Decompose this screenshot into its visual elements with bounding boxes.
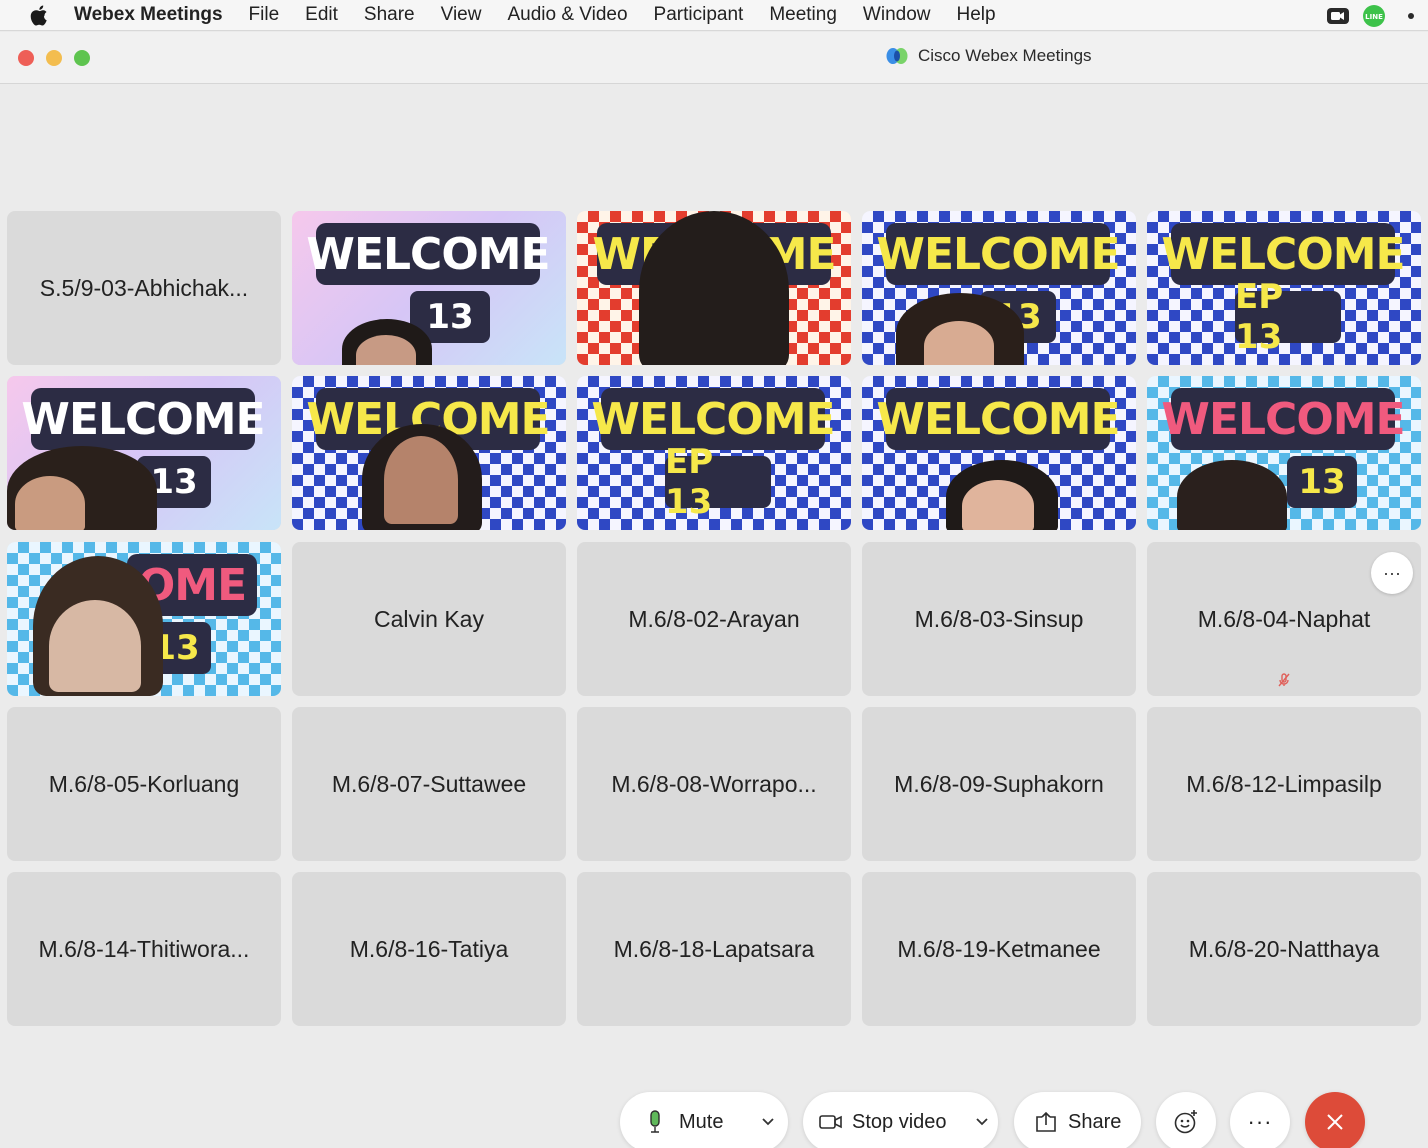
menu-window[interactable]: Window bbox=[863, 4, 931, 26]
participant-name: Calvin Kay bbox=[374, 605, 484, 632]
welcome-banner: WELCOME bbox=[306, 223, 551, 285]
participant-video-tile[interactable]: WELCOME bbox=[577, 211, 851, 365]
menu-app-name[interactable]: Webex Meetings bbox=[74, 4, 223, 26]
participant-video-tile[interactable]: WELCOME EP 13 bbox=[1147, 211, 1421, 365]
tray-overflow-icon[interactable] bbox=[1398, 4, 1422, 28]
participant-name: M.6/8-18-Lapatsara bbox=[613, 935, 815, 962]
participant-name: M.6/8-12-Limpasilp bbox=[1186, 770, 1382, 797]
participant-silhouette bbox=[1177, 460, 1287, 530]
mute-button[interactable]: Mute bbox=[679, 1111, 723, 1134]
line-app-icon[interactable]: LINE bbox=[1362, 4, 1386, 28]
participant-video-tile[interactable]: WELCOME 13 bbox=[862, 211, 1136, 365]
emoji-reaction-icon bbox=[1174, 1110, 1197, 1134]
participant-tile[interactable]: S.5/9-03-Abhichak... bbox=[7, 211, 281, 365]
participant-name: M.6/8-07-Suttawee bbox=[331, 770, 527, 797]
participant-tile[interactable]: M.6/8-18-Lapatsara bbox=[577, 872, 851, 1026]
menu-audio-video[interactable]: Audio & Video bbox=[507, 4, 627, 26]
zoom-window-button[interactable] bbox=[74, 50, 90, 66]
share-icon bbox=[1036, 1111, 1056, 1132]
welcome-banner: WELCOME bbox=[591, 388, 836, 450]
video-camera-icon[interactable] bbox=[819, 1113, 843, 1131]
chevron-down-icon[interactable] bbox=[975, 1117, 989, 1127]
participant-silhouette bbox=[639, 211, 789, 365]
participant-video-tile[interactable]: WELCOME bbox=[292, 376, 566, 530]
participant-face bbox=[49, 600, 141, 692]
menu-edit[interactable]: Edit bbox=[305, 4, 338, 26]
share-control[interactable]: Share bbox=[1014, 1092, 1141, 1148]
participant-face bbox=[924, 321, 994, 365]
participant-tile[interactable]: M.6/8-14-Thitiwora... bbox=[7, 872, 281, 1026]
participant-tile[interactable]: M.6/8-20-Natthaya bbox=[1147, 872, 1421, 1026]
participant-video-tile[interactable]: WELCOME 13 bbox=[292, 211, 566, 365]
muted-mic-icon bbox=[1278, 673, 1290, 687]
participant-tile[interactable]: M.6/8-19-Ketmanee bbox=[862, 872, 1136, 1026]
svg-text:LINE: LINE bbox=[1365, 13, 1383, 21]
more-options-label: ··· bbox=[1247, 1109, 1273, 1134]
menu-help[interactable]: Help bbox=[957, 4, 996, 26]
menu-tray: LINE bbox=[1326, 0, 1428, 31]
participant-face bbox=[962, 480, 1034, 530]
reactions-button[interactable] bbox=[1156, 1092, 1216, 1148]
participant-name: M.6/8-19-Ketmanee bbox=[897, 935, 1101, 962]
participant-name: M.6/8-14-Thitiwora... bbox=[38, 935, 250, 962]
welcome-banner: WELCOME bbox=[1161, 388, 1406, 450]
participant-face bbox=[15, 476, 85, 530]
participant-video-tile[interactable]: WELCOME bbox=[862, 376, 1136, 530]
participant-tile[interactable]: Calvin Kay bbox=[292, 542, 566, 696]
leave-meeting-button[interactable] bbox=[1305, 1092, 1365, 1148]
menu-view[interactable]: View bbox=[441, 4, 482, 26]
welcome-banner: WELCOME bbox=[1161, 223, 1406, 285]
participant-tile[interactable]: M.6/8-04-Naphat ··· bbox=[1147, 542, 1421, 696]
ep-banner: EP 13 bbox=[1235, 277, 1341, 357]
window-title-text: Cisco Webex Meetings bbox=[918, 46, 1092, 65]
participant-name: M.6/8-20-Natthaya bbox=[1188, 935, 1380, 962]
participant-name: M.6/8-16-Tatiya bbox=[349, 935, 509, 962]
participant-face bbox=[384, 436, 458, 524]
window-title: Cisco Webex Meetings bbox=[886, 46, 1092, 66]
participant-tile[interactable]: M.6/8-03-Sinsup bbox=[862, 542, 1136, 696]
menu-participant[interactable]: Participant bbox=[654, 4, 744, 26]
menu-file[interactable]: File bbox=[249, 4, 280, 26]
participant-name: M.6/8-08-Worrapo... bbox=[611, 770, 817, 797]
webex-logo-icon bbox=[886, 48, 908, 64]
menu-meeting[interactable]: Meeting bbox=[769, 4, 837, 26]
participant-tile[interactable]: M.6/8-16-Tatiya bbox=[292, 872, 566, 1026]
ep-banner: 13 bbox=[1287, 456, 1357, 508]
welcome-banner: WELCOME bbox=[876, 388, 1121, 450]
participant-tile[interactable]: M.6/8-02-Arayan bbox=[577, 542, 851, 696]
window-titlebar: Cisco Webex Meetings bbox=[0, 32, 1428, 84]
ep-banner: EP 13 bbox=[665, 442, 771, 522]
participant-video-tile[interactable]: OME 13 bbox=[7, 542, 281, 696]
participant-name: M.6/8-05-Korluang bbox=[48, 770, 240, 797]
close-window-button[interactable] bbox=[18, 50, 34, 66]
participant-tile[interactable]: M.6/8-07-Suttawee bbox=[292, 707, 566, 861]
menu-share[interactable]: Share bbox=[364, 4, 415, 26]
more-options-button[interactable]: ··· bbox=[1230, 1092, 1290, 1148]
participant-tile[interactable]: M.6/8-09-Suphakorn bbox=[862, 707, 1136, 861]
share-button: Share bbox=[1068, 1110, 1122, 1133]
participant-video-tile[interactable]: WELCOME 13 bbox=[7, 376, 281, 530]
menu-bar: Webex Meetings File Edit Share View Audi… bbox=[0, 0, 1428, 31]
video-control: Stop video bbox=[803, 1092, 998, 1148]
participant-name: S.5/9-03-Abhichak... bbox=[39, 274, 249, 301]
participant-video-tile[interactable]: WELCOME 13 bbox=[1147, 376, 1421, 530]
participant-name: M.6/8-09-Suphakorn bbox=[894, 770, 1104, 797]
participant-tile[interactable]: M.6/8-08-Worrapo... bbox=[577, 707, 851, 861]
participant-name: M.6/8-02-Arayan bbox=[628, 605, 800, 632]
welcome-banner: WELCOME bbox=[876, 223, 1121, 285]
participant-name: M.6/8-03-Sinsup bbox=[914, 605, 1084, 632]
tile-more-options-button[interactable]: ··· bbox=[1371, 552, 1413, 594]
participant-tile[interactable]: M.6/8-05-Korluang bbox=[7, 707, 281, 861]
welcome-banner: WELCOME bbox=[21, 388, 266, 450]
participant-video-tile[interactable]: WELCOME EP 13 bbox=[577, 376, 851, 530]
webex-camera-icon[interactable] bbox=[1326, 4, 1350, 28]
stop-video-button[interactable]: Stop video bbox=[852, 1111, 947, 1134]
minimize-window-button[interactable] bbox=[46, 50, 62, 66]
apple-icon[interactable] bbox=[28, 3, 52, 27]
mute-control: Mute bbox=[620, 1092, 788, 1148]
microphone-icon[interactable] bbox=[648, 1110, 662, 1134]
chevron-down-icon[interactable] bbox=[761, 1117, 775, 1127]
close-icon bbox=[1327, 1114, 1343, 1130]
participant-tile[interactable]: M.6/8-12-Limpasilp bbox=[1147, 707, 1421, 861]
